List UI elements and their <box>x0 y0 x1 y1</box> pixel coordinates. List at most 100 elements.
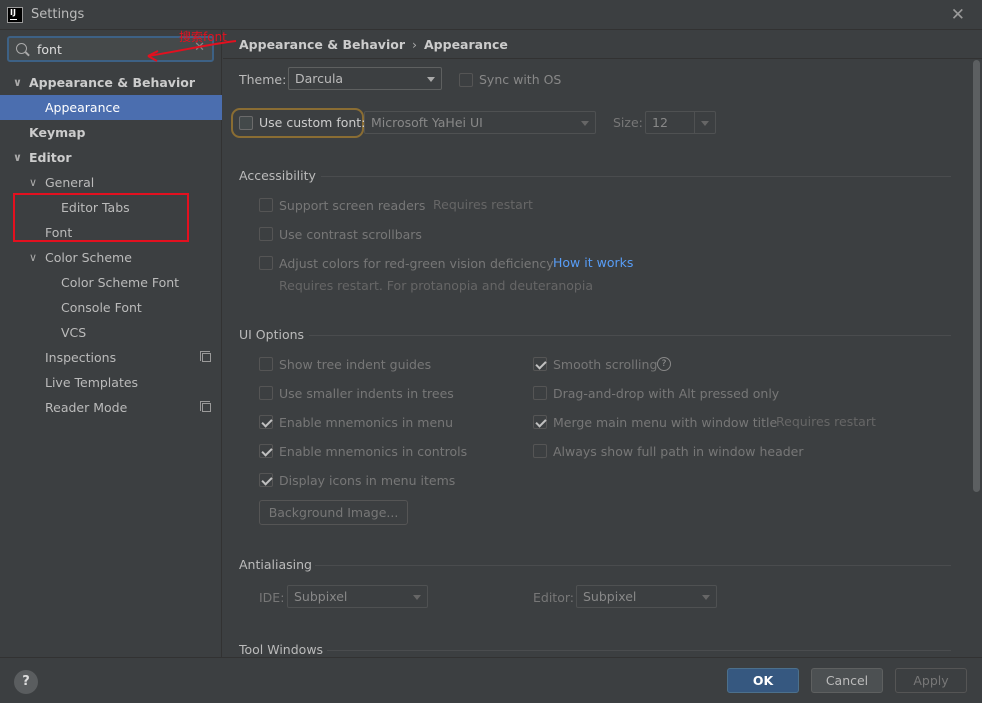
ok-button[interactable]: OK <box>727 668 799 693</box>
color-deficiency-label: Adjust colors for red-green vision defic… <box>279 256 554 271</box>
use-custom-font-label: Use custom font: <box>259 115 366 130</box>
chevron-down-icon[interactable]: ∨ <box>29 170 37 195</box>
editor-antialiasing-dropdown[interactable]: Subpixel <box>576 585 717 608</box>
vertical-scrollbar[interactable] <box>973 60 980 492</box>
settings-content: Appearance & Behavior › Appearance Theme: … <box>223 30 982 657</box>
display-icons-checkbox[interactable] <box>259 473 273 487</box>
antialiasing-section-title: Antialiasing <box>239 557 312 572</box>
screen-readers-checkbox[interactable] <box>259 198 273 212</box>
tree-item-reader-mode[interactable]: Reader Mode <box>0 395 222 420</box>
tree-item-general[interactable]: ∨ General <box>0 170 222 195</box>
smaller-indents-checkbox[interactable] <box>259 386 273 400</box>
tree-item-label: Keymap <box>29 125 86 140</box>
section-divider <box>321 176 951 177</box>
background-image-button[interactable]: Background Image... <box>259 500 408 525</box>
tree-item-label: Live Templates <box>45 375 139 390</box>
tree-item-color-scheme[interactable]: ∨ Color Scheme <box>0 245 222 270</box>
tree-item-live-templates[interactable]: Live Templates <box>0 370 222 395</box>
contrast-scrollbars-label: Use contrast scrollbars <box>279 227 422 242</box>
tree-item-appearance-behavior[interactable]: ∨ Appearance & Behavior <box>0 70 222 95</box>
mnemonics-controls-label: Enable mnemonics in controls <box>279 444 468 459</box>
divider <box>223 58 982 59</box>
tree-item-editor[interactable]: ∨ Editor <box>0 145 222 170</box>
tool-windows-section-title: Tool Windows <box>239 642 324 657</box>
use-custom-font-checkbox[interactable] <box>239 116 253 130</box>
search-icon <box>16 43 27 54</box>
tree-item-label: Appearance <box>45 100 121 115</box>
tree-item-label: General <box>45 175 95 190</box>
apply-button[interactable]: Apply <box>895 668 967 693</box>
merge-menu-checkbox[interactable] <box>533 415 547 429</box>
theme-value: Darcula <box>295 71 344 86</box>
section-divider <box>315 565 951 566</box>
tree-item-keymap[interactable]: Keymap <box>0 120 222 145</box>
drag-drop-checkbox[interactable] <box>533 386 547 400</box>
merge-menu-label: Merge main menu with window title <box>553 415 778 430</box>
drag-drop-label: Drag-and-drop with Alt pressed only <box>553 386 780 401</box>
dropdown-arrow-icon <box>427 77 435 82</box>
contrast-scrollbars-checkbox[interactable] <box>259 227 273 241</box>
tree-indent-label: Show tree indent guides <box>279 357 432 372</box>
how-it-works-link[interactable]: How it works <box>553 255 633 270</box>
window-title: Settings <box>31 7 85 22</box>
ui-options-section-title: UI Options <box>239 327 305 342</box>
tree-item-inspections[interactable]: Inspections <box>0 345 222 370</box>
editor-antialiasing-label: Editor: <box>533 590 574 605</box>
dropdown-arrow-icon <box>702 595 710 600</box>
screen-readers-label: Support screen readers <box>279 198 426 213</box>
ide-antialiasing-label: IDE: <box>259 590 285 605</box>
close-icon[interactable]: ✕ <box>951 5 965 25</box>
requires-restart-note: Requires restart <box>433 197 533 212</box>
annotation-label: 搜索font <box>179 30 227 44</box>
mnemonics-controls-checkbox[interactable] <box>259 444 273 458</box>
smaller-indents-label: Use smaller indents in trees <box>279 386 454 401</box>
font-size-dropdown[interactable]: 12 <box>645 111 716 134</box>
tree-item-appearance[interactable]: Appearance <box>0 95 222 120</box>
dropdown-arrow-icon <box>581 121 589 126</box>
breadcrumb-separator: › <box>412 37 417 52</box>
project-settings-icon <box>200 401 211 412</box>
chevron-down-icon[interactable]: ∨ <box>29 245 37 270</box>
help-button[interactable]: ? <box>14 670 38 694</box>
tree-item-color-scheme-font[interactable]: Color Scheme Font <box>0 270 222 295</box>
section-divider <box>327 650 951 651</box>
tree-item-label: Console Font <box>61 300 142 315</box>
tree-item-vcs[interactable]: VCS <box>0 320 222 345</box>
tree-indent-checkbox[interactable] <box>259 357 273 371</box>
search-input[interactable] <box>37 41 187 58</box>
mnemonics-menu-checkbox[interactable] <box>259 415 273 429</box>
chevron-down-icon[interactable]: ∨ <box>13 145 22 170</box>
tree-item-label: Inspections <box>45 350 117 365</box>
sync-with-os-checkbox[interactable] <box>459 73 473 87</box>
tree-item-label: Appearance & Behavior <box>29 75 195 90</box>
theme-label: Theme: <box>239 72 287 87</box>
breadcrumb-parent[interactable]: Appearance & Behavior <box>239 37 405 52</box>
full-path-checkbox[interactable] <box>533 444 547 458</box>
dropdown-arrow-icon <box>701 121 709 126</box>
editor-antialiasing-value: Subpixel <box>583 589 637 604</box>
tree-item-label: Editor <box>29 150 72 165</box>
chevron-down-icon[interactable]: ∨ <box>13 70 22 95</box>
dropdown-arrow-icon <box>413 595 421 600</box>
font-value: Microsoft YaHei UI <box>371 115 483 130</box>
ide-antialiasing-value: Subpixel <box>294 589 348 604</box>
font-dropdown[interactable]: Microsoft YaHei UI <box>364 111 596 134</box>
color-deficiency-checkbox[interactable] <box>259 256 273 270</box>
full-path-label: Always show full path in window header <box>553 444 804 459</box>
tree-item-label: VCS <box>61 325 87 340</box>
help-icon[interactable]: ? <box>657 357 671 371</box>
display-icons-label: Display icons in menu items <box>279 473 456 488</box>
requires-restart-note: Requires restart <box>776 414 876 429</box>
section-divider <box>309 335 951 336</box>
theme-dropdown[interactable]: Darcula <box>288 67 442 90</box>
cancel-button[interactable]: Cancel <box>811 668 883 693</box>
smooth-scrolling-checkbox[interactable] <box>533 357 547 371</box>
mnemonics-menu-label: Enable mnemonics in menu <box>279 415 453 430</box>
size-label: Size: <box>613 115 643 130</box>
restart-note: Requires restart. For protanopia and deu… <box>279 278 593 293</box>
dialog-button-bar: ? OK Cancel Apply <box>0 657 982 703</box>
breadcrumb: Appearance & Behavior › Appearance <box>239 37 508 52</box>
sync-with-os-label: Sync with OS <box>479 72 562 87</box>
tree-item-console-font[interactable]: Console Font <box>0 295 222 320</box>
ide-antialiasing-dropdown[interactable]: Subpixel <box>287 585 428 608</box>
